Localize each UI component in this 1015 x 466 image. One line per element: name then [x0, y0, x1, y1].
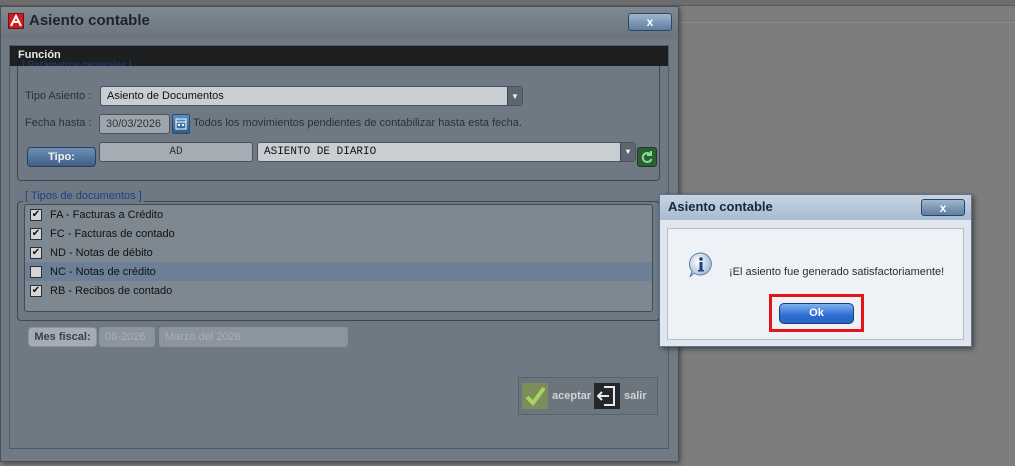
accept-button[interactable]: aceptar [522, 378, 591, 414]
list-item-label: RB - Recibos de contado [50, 284, 173, 297]
dialog-message: ¡El asiento fue generado satisfactoriame… [729, 266, 945, 278]
list-item-selected[interactable]: NC - Notas de crédito [25, 262, 652, 281]
ok-button[interactable]: Ok [779, 303, 854, 324]
checkbox-nc[interactable] [30, 265, 42, 278]
tipo-asiento-value: Asiento de Documentos [107, 90, 224, 102]
refresh-button[interactable] [637, 147, 657, 167]
main-window: Asiento contable x Función [ Parámetros … [0, 6, 679, 462]
fecha-hasta-label: Fecha hasta : [25, 117, 92, 129]
app-logo-icon [8, 13, 24, 29]
tipo-asiento-label: Tipo Asiento : [25, 90, 92, 102]
close-icon: x [646, 15, 654, 29]
list-item-label: NC - Notas de crédito [50, 265, 156, 278]
exit-button[interactable]: salir [594, 378, 647, 414]
calendar-button[interactable] [172, 114, 190, 134]
dialog-titlebar: Asiento contable x [660, 195, 971, 220]
checkmark-icon [522, 383, 548, 409]
mes-fiscal-button[interactable]: Mes fiscal: [28, 327, 97, 347]
main-titlebar: Asiento contable x [1, 7, 678, 39]
tipo-description-select[interactable]: ASIENTO DE DIARIO ▼ [257, 142, 636, 162]
chevron-down-icon: ▼ [620, 143, 635, 161]
document-types-legend: [ Tipos de documentos ] [23, 190, 144, 202]
chevron-down-icon: ▼ [507, 87, 522, 105]
mes-fiscal-description-input[interactable]: Marzo del 2026 [159, 327, 348, 347]
calendar-icon [175, 118, 187, 130]
list-item-label: ND - Notas de débito [50, 246, 153, 259]
checkbox-fc[interactable]: ✔ [30, 227, 42, 240]
tipo-asiento-select[interactable]: Asiento de Documentos ▼ [100, 86, 523, 106]
close-icon: x [939, 200, 947, 215]
document-types-list[interactable]: ✔ FA - Facturas a Crédito ✔ FC - Factura… [24, 204, 653, 312]
list-item[interactable]: ✔ ND - Notas de débito [25, 243, 652, 262]
refresh-icon [641, 151, 653, 163]
accept-label: aceptar [552, 390, 592, 402]
list-item[interactable]: ✔ RB - Recibos de contado [25, 281, 652, 300]
exit-icon [594, 383, 620, 409]
dialog-close-button[interactable]: x [921, 199, 965, 216]
dialog-title: Asiento contable [668, 199, 773, 214]
close-button[interactable]: x [628, 13, 672, 31]
fecha-hasta-note: Todos los movimientos pendientes de cont… [193, 117, 522, 129]
list-item-label: FA - Facturas a Crédito [50, 208, 164, 221]
fecha-hasta-input[interactable]: 30/03/2026 [99, 114, 170, 134]
list-item[interactable]: ✔ FC - Facturas de contado [25, 224, 652, 243]
desktop-rule [679, 22, 1015, 23]
mes-fiscal-code-input[interactable]: 08-2026 [99, 327, 155, 347]
list-item-label: FC - Facturas de contado [50, 227, 175, 240]
checkbox-rb[interactable]: ✔ [30, 284, 42, 297]
confirmation-dialog: Asiento contable x ¡El asiento fue gener… [659, 194, 972, 347]
tipo-button[interactable]: Tipo: [27, 147, 96, 167]
checkbox-fa[interactable]: ✔ [30, 208, 42, 221]
window-title: Asiento contable [29, 12, 150, 29]
list-item[interactable]: ✔ FA - Facturas a Crédito [25, 205, 652, 224]
general-parameters-legend: [ Parámetros generales ] [22, 60, 132, 66]
info-icon [688, 252, 712, 278]
tipo-description-value: ASIENTO DE DIARIO [264, 146, 377, 158]
action-bar: aceptar salir [518, 377, 658, 415]
exit-label: salir [624, 390, 647, 402]
dialog-body: ¡El asiento fue generado satisfactoriame… [667, 228, 964, 340]
tipo-code-input[interactable]: AD [99, 142, 253, 162]
checkbox-nd[interactable]: ✔ [30, 246, 42, 259]
